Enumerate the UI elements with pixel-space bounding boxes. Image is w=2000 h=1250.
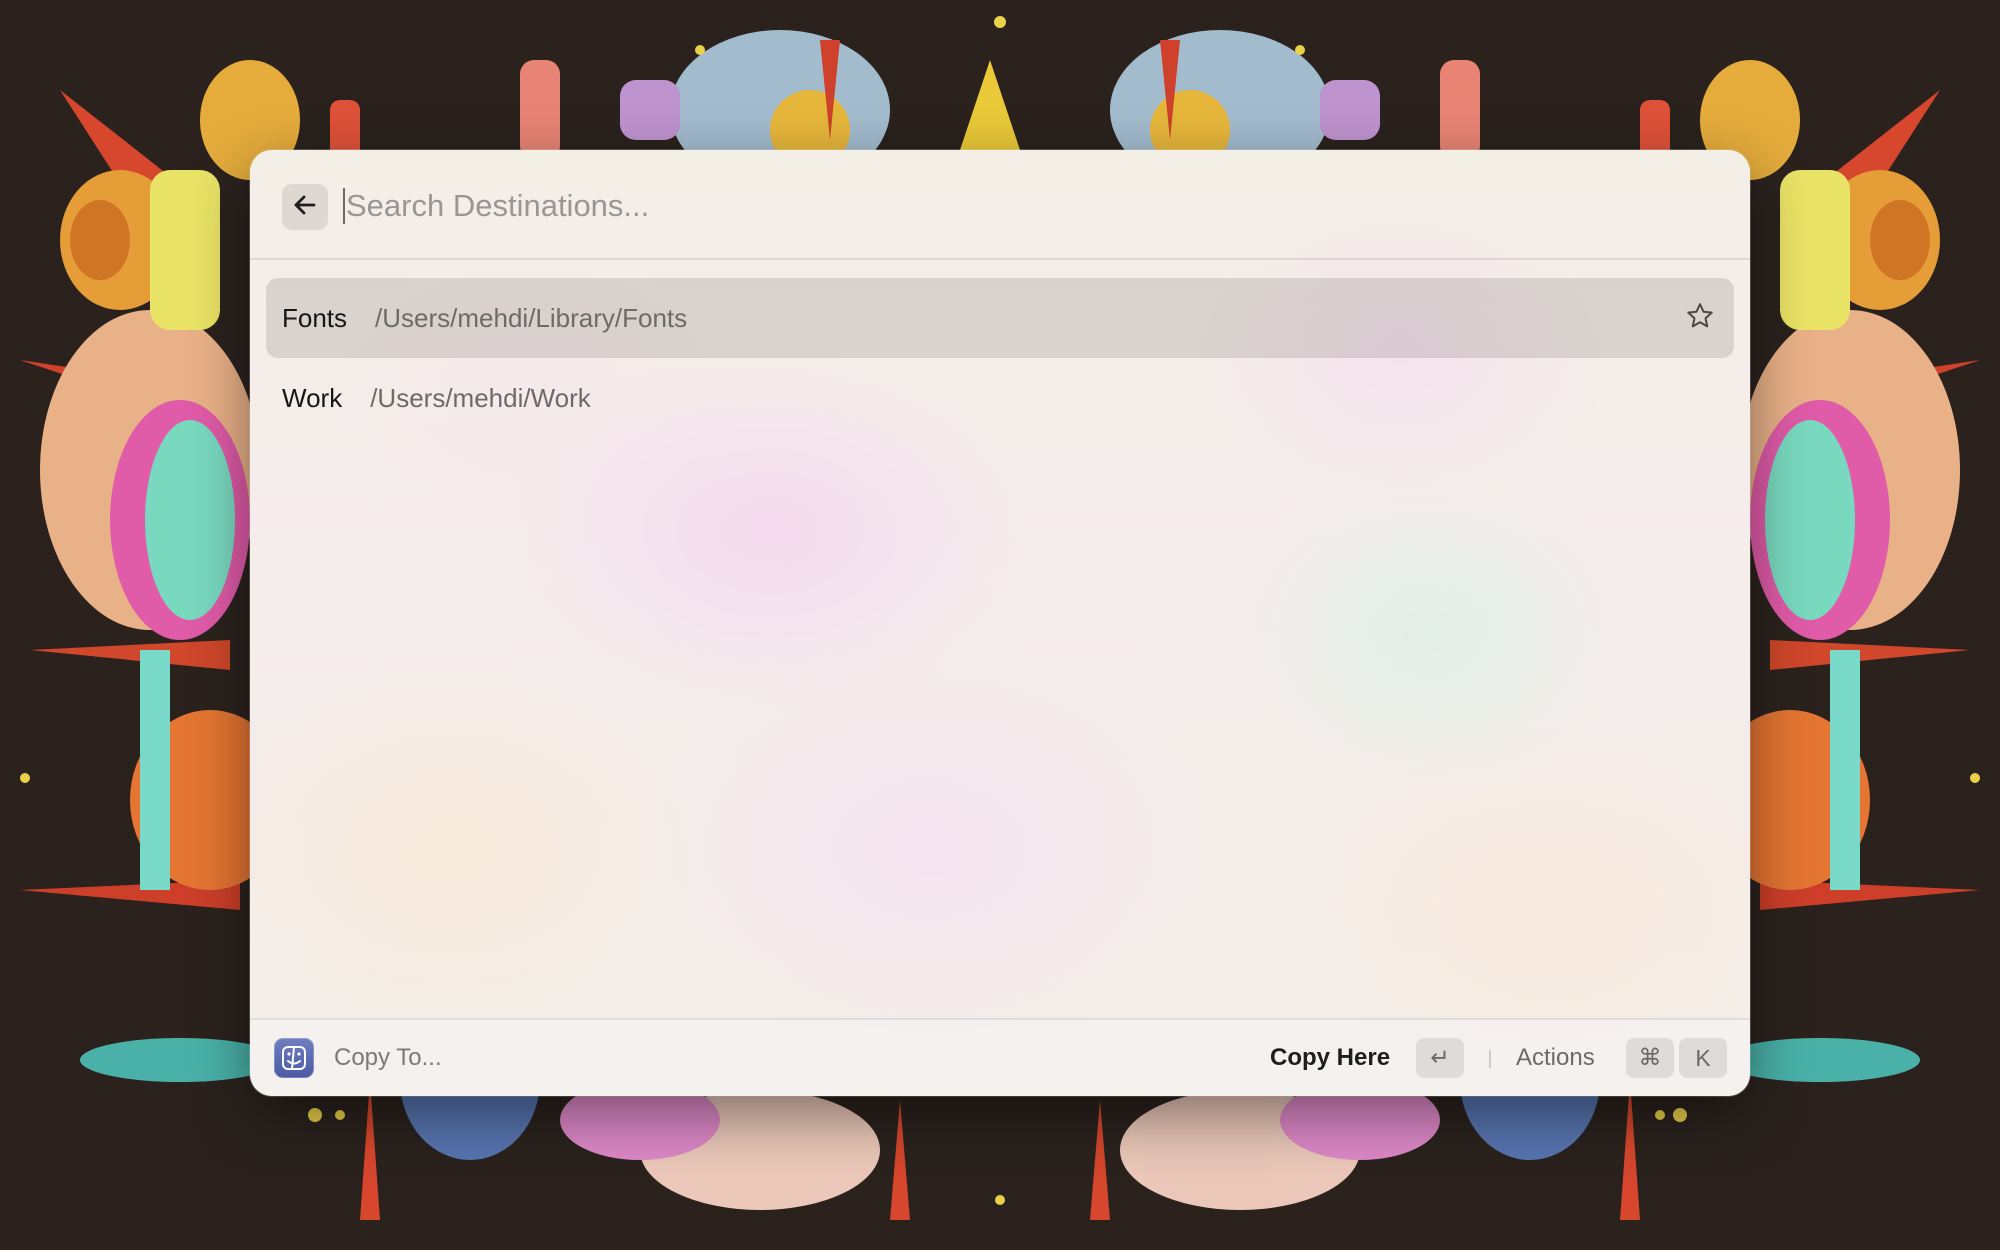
search-bar: [250, 150, 1750, 260]
list-item-work[interactable]: Work /Users/mehdi/Work: [266, 358, 1734, 438]
text-caret: [343, 188, 345, 224]
command-key-hint: ⌘: [1626, 1038, 1674, 1078]
list-item-fonts[interactable]: Fonts /Users/mehdi/Library/Fonts: [266, 278, 1734, 358]
copy-to-window: Fonts /Users/mehdi/Library/Fonts Work /U…: [250, 150, 1750, 1096]
list-item-title: Work: [282, 382, 343, 413]
search-input[interactable]: [342, 178, 1546, 234]
footer-divider: [1489, 1050, 1491, 1068]
back-button[interactable]: [282, 184, 328, 230]
list-item-title: Fonts: [282, 302, 348, 333]
destination-list: Fonts /Users/mehdi/Library/Fonts Work /U…: [266, 278, 1734, 438]
list-item-path: /Users/mehdi/Work: [370, 382, 591, 413]
k-key-hint: K: [1679, 1038, 1727, 1078]
enter-key-hint: ↵: [1416, 1038, 1464, 1078]
action-bar: Copy To... Copy Here ↵ Actions ⌘ K: [250, 1018, 1750, 1096]
star-icon: [1685, 301, 1715, 336]
finder-icon: [274, 1038, 314, 1078]
command-title: Copy To...: [334, 1044, 442, 1071]
copy-here-button[interactable]: Copy Here: [1270, 1044, 1390, 1072]
list-item-path: /Users/mehdi/Library/Fonts: [375, 302, 688, 333]
actions-button[interactable]: Actions: [1516, 1044, 1595, 1072]
arrow-left-icon: [292, 192, 318, 223]
favorite-button[interactable]: [1682, 300, 1718, 336]
